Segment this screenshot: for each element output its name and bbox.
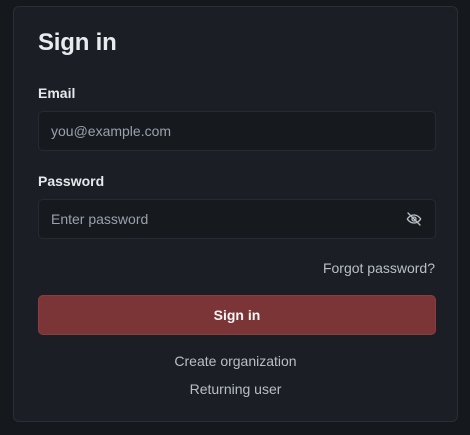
create-organization-link[interactable]: Create organization (14, 353, 457, 369)
email-label: Email (38, 85, 76, 101)
email-field-container[interactable] (38, 111, 436, 151)
password-field-container[interactable] (38, 199, 436, 239)
page-title: Sign in (38, 29, 117, 56)
password-field[interactable] (51, 211, 397, 227)
eye-off-icon[interactable] (405, 210, 423, 228)
sign-in-button[interactable]: Sign in (38, 295, 436, 335)
forgot-password-link[interactable]: Forgot password? (323, 260, 435, 276)
returning-user-link[interactable]: Returning user (14, 381, 457, 397)
signin-card: Sign in Email Password Forgot password? … (13, 6, 458, 422)
password-label: Password (38, 173, 105, 189)
email-field[interactable] (51, 123, 423, 139)
